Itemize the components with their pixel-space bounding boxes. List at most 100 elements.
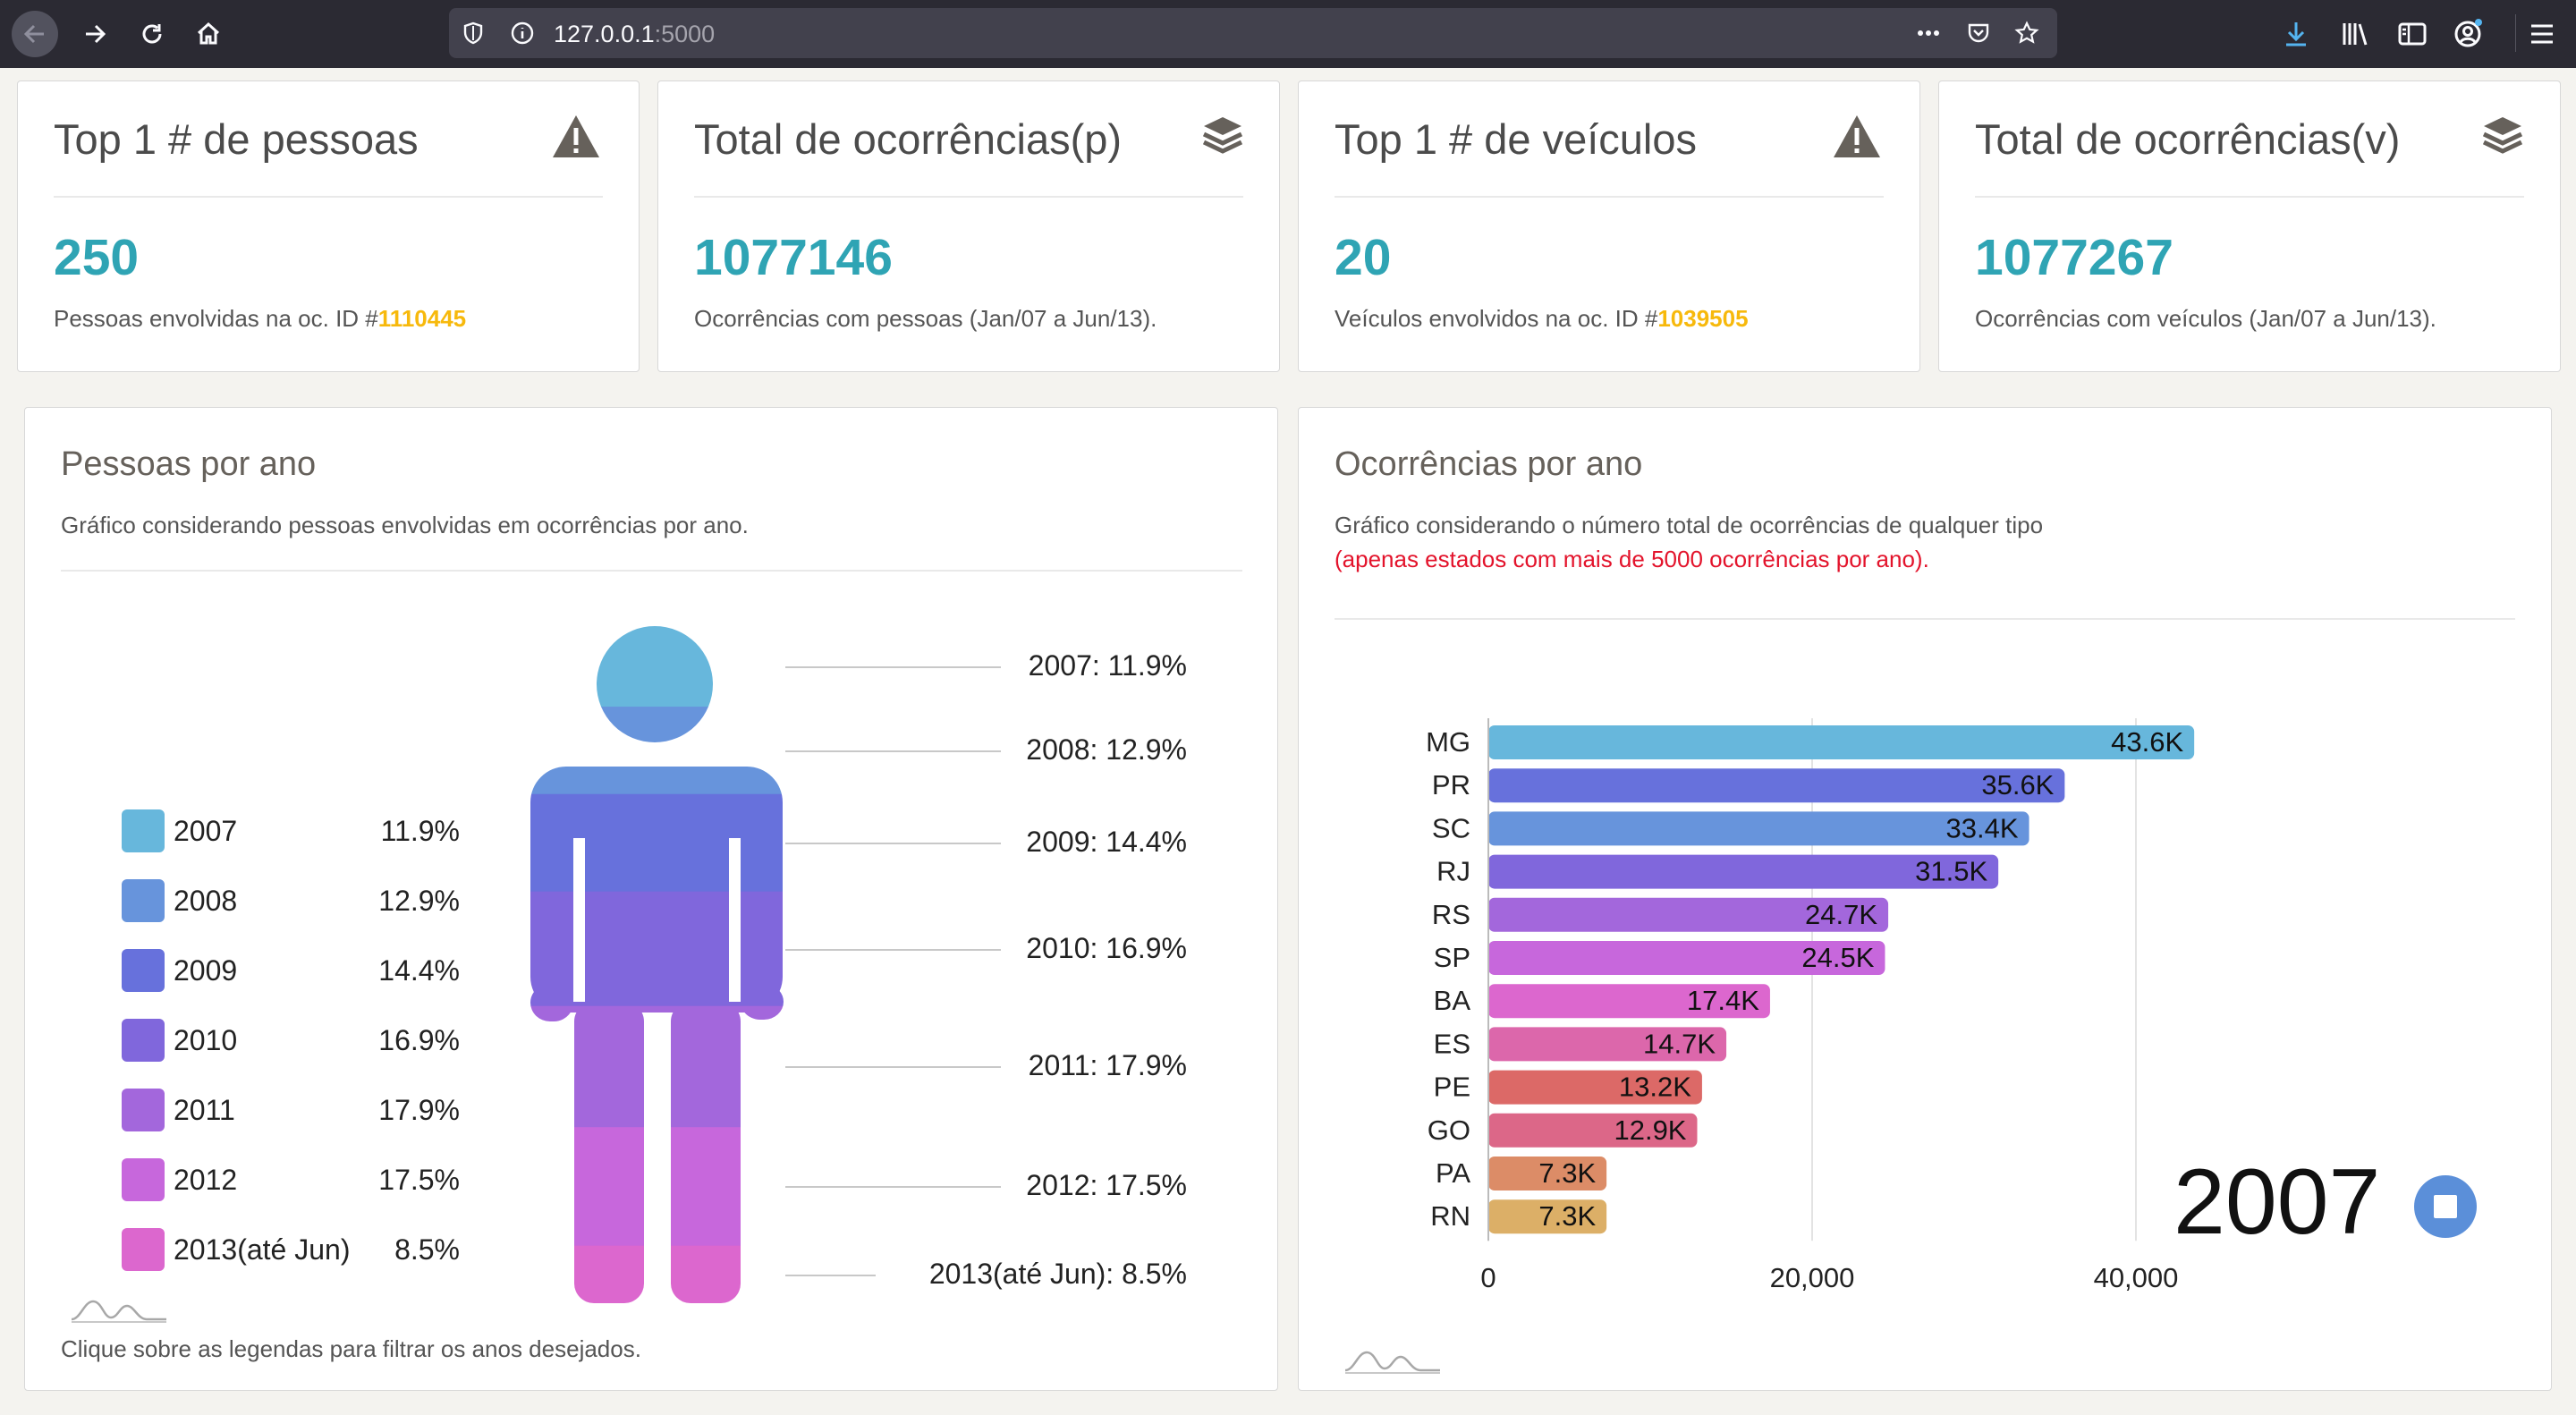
amcharts-logo-icon[interactable] [70, 1297, 168, 1324]
layers-icon [1202, 117, 1243, 154]
legend-swatch [122, 809, 165, 852]
callout-label: 2010: 16.9% [1026, 931, 1187, 964]
legend-year: 2011 [174, 1094, 235, 1126]
stat-title: Top 1 # de pessoas [54, 115, 419, 163]
callout-label: 2008: 12.9% [1026, 733, 1187, 766]
legend-item-2013(até Jun)[interactable]: 2013(até Jun) 8.5% [122, 1226, 460, 1271]
stat-subtitle: Ocorrências com veículos (Jan/07 a Jun/1… [1975, 305, 2436, 332]
stop-button[interactable] [2414, 1175, 2477, 1238]
current-year-label: 2007 [2174, 1150, 2381, 1254]
url-port: :5000 [654, 21, 716, 47]
stat-subtitle-text: Veículos envolvidos na oc. ID # [1335, 305, 1658, 332]
legend-percent: 12.9% [378, 885, 460, 917]
legend-year: 2013(até Jun) [174, 1233, 351, 1266]
home-icon [197, 21, 220, 45]
legend-percent: 17.9% [378, 1094, 460, 1126]
legend-year: 2012 [174, 1164, 238, 1196]
menu-icon[interactable] [2525, 17, 2559, 51]
info-icon[interactable] [510, 21, 535, 46]
legend-percent: 11.9% [380, 815, 460, 847]
url-host: 127.0.0.1 [554, 21, 655, 47]
legend-year: 2010 [174, 1024, 238, 1056]
legend-item-2012[interactable]: 2012 17.5% [122, 1157, 460, 1201]
stat-divider [1335, 196, 1884, 198]
warning-icon [553, 115, 599, 157]
legend-swatch [122, 1228, 165, 1271]
legend-percent: 8.5% [394, 1233, 460, 1266]
warning-icon [1834, 115, 1880, 157]
layers-icon [2482, 117, 2523, 154]
toolbar-separator [2515, 14, 2516, 52]
callout-line [785, 666, 1002, 669]
sidebar-icon[interactable] [2395, 17, 2429, 51]
legend-swatch [122, 949, 165, 992]
callout-line [785, 843, 1002, 845]
stat-subtitle-text: Pessoas envolvidas na oc. ID # [54, 305, 378, 332]
stat-divider [1975, 196, 2524, 198]
callout-line [785, 1186, 1002, 1189]
callout-line [785, 1274, 876, 1276]
legend-percent: 16.9% [378, 1024, 460, 1056]
stop-icon [2434, 1195, 2457, 1218]
stat-value: 250 [54, 229, 140, 286]
callout-label: 2012: 17.5% [1026, 1169, 1187, 1202]
stat-value: 20 [1335, 229, 1392, 286]
legend-percent: 17.5% [378, 1164, 460, 1196]
url-text[interactable]: 127.0.0.1:5000 [554, 21, 715, 48]
panel-divider [61, 570, 1242, 572]
stat-value: 1077267 [1975, 229, 2174, 286]
stat-divider [54, 196, 603, 198]
more-icon[interactable] [1916, 21, 1941, 46]
callout-label: 2011: 17.9% [1028, 1049, 1187, 1082]
legend-item-2008[interactable]: 2008 12.9% [122, 877, 460, 922]
panel-note: (apenas estados com mais de 5000 ocorrên… [1335, 546, 1929, 572]
url-bar[interactable]: 127.0.0.1:5000 [449, 8, 2057, 58]
amcharts-logo-icon[interactable] [1343, 1348, 1442, 1375]
forward-button[interactable] [72, 11, 118, 57]
legend-swatch [122, 1158, 165, 1201]
reload-icon [142, 24, 162, 44]
star-icon[interactable] [2014, 21, 2039, 46]
arrow-left-icon [23, 24, 44, 44]
library-icon[interactable] [2338, 17, 2372, 51]
legend-hint: Clique sobre as legendas para filtrar os… [61, 1335, 641, 1362]
stat-value: 1077146 [694, 229, 893, 286]
stat-subtitle: Ocorrências com pessoas (Jan/07 a Jun/13… [694, 305, 1157, 332]
legend-item-2011[interactable]: 2011 17.9% [122, 1087, 460, 1131]
account-icon[interactable] [2451, 17, 2485, 51]
legend-percent: 14.4% [378, 954, 460, 987]
legend-year: 2009 [174, 954, 238, 987]
stat-title: Total de ocorrências(v) [1975, 115, 2401, 163]
panel-title: Ocorrências por ano [1335, 445, 1643, 483]
legend-year: 2008 [174, 885, 238, 917]
legend-item-2007[interactable]: 2007 11.9% [122, 808, 460, 852]
panel-description: Gráfico considerando o número total de o… [1335, 512, 2044, 538]
callout-line [785, 1066, 1002, 1069]
stat-divider [694, 196, 1243, 198]
legend-swatch [122, 1019, 165, 1062]
occurrence-id: 1110445 [377, 305, 467, 332]
callout-label: 2007: 11.9% [1028, 649, 1187, 682]
legend-year: 2007 [174, 815, 238, 847]
pocket-icon[interactable] [1966, 21, 1991, 46]
legend-swatch [122, 879, 165, 922]
callout-label: 2013(até Jun): 8.5% [928, 1257, 1187, 1290]
panel-title: Pessoas por ano [61, 445, 317, 483]
download-icon[interactable] [2279, 17, 2313, 51]
stat-subtitle: Veículos envolvidos na oc. ID #1039505 [1335, 305, 1749, 333]
stat-title: Top 1 # de veículos [1335, 115, 1697, 163]
stat-subtitle: Pessoas envolvidas na oc. ID #1110445 [54, 305, 466, 333]
callout-label: 2009: 14.4% [1026, 826, 1187, 859]
legend-swatch [122, 1089, 165, 1131]
home-button[interactable] [185, 11, 232, 57]
reload-button[interactable] [129, 11, 175, 57]
occurrence-id: 1039505 [1657, 305, 1749, 332]
callout-line [785, 948, 1002, 951]
legend-item-2009[interactable]: 2009 14.4% [122, 947, 460, 992]
back-button[interactable] [12, 11, 58, 57]
legend-item-2010[interactable]: 2010 16.9% [122, 1017, 460, 1062]
browser-toolbar: 127.0.0.1:5000 [0, 0, 2576, 68]
shield-icon[interactable] [461, 21, 486, 46]
arrow-right-icon [86, 24, 106, 44]
callout-line [785, 750, 1002, 752]
